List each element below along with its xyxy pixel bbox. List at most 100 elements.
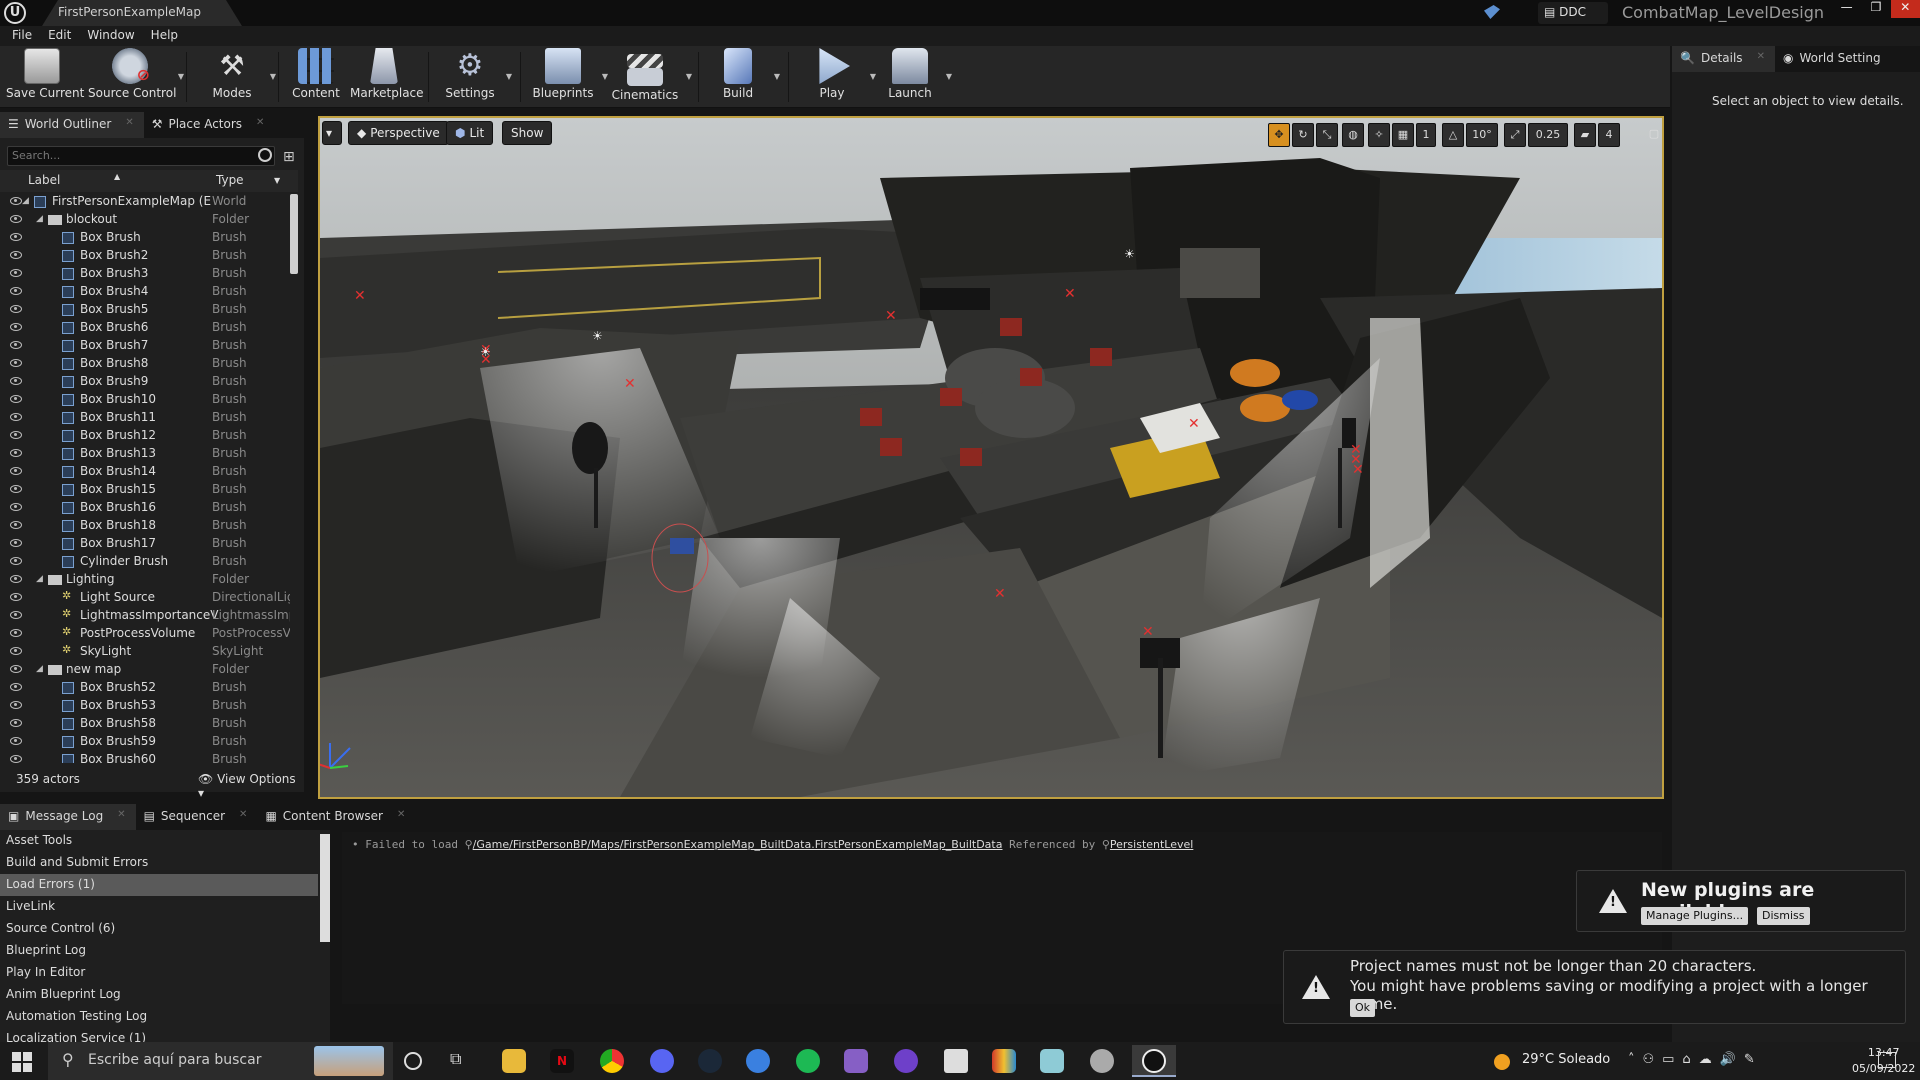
outliner-row[interactable]: Box Brush11 Brush (0, 409, 290, 427)
app-icon[interactable] (746, 1049, 770, 1073)
ddc-button[interactable]: ▤ DDC (1538, 2, 1608, 24)
outliner-row[interactable]: Box Brush8 Brush (0, 355, 290, 373)
outliner-row[interactable]: Box Brush14 Brush (0, 463, 290, 481)
winrar-icon[interactable] (992, 1049, 1016, 1073)
blueprints-dropdown-icon[interactable]: ▼ (602, 72, 608, 81)
expand-arrow-icon[interactable]: ◢ (36, 574, 43, 584)
system-tray-icons[interactable]: ˄⚇▭⌂☁🔊✎ (1628, 1052, 1763, 1067)
settings-button[interactable]: ⚙ Settings ▼ (440, 48, 512, 106)
outliner-row[interactable]: ✲ LightmassImportanceV LightmassImp (0, 607, 290, 625)
tab-content-browser[interactable]: ▦ Content Browser ✕ (257, 804, 415, 830)
outliner-row[interactable]: Box Brush60 Brush (0, 751, 290, 763)
outliner-row[interactable]: ✲ SkyLight SkyLight (0, 643, 290, 661)
visibility-eye-icon[interactable] (10, 341, 22, 349)
perspective-button[interactable]: ◆ Perspective (348, 121, 449, 145)
source-control-dropdown-icon[interactable]: ▼ (178, 72, 184, 81)
visibility-eye-icon[interactable] (10, 701, 22, 709)
outliner-row[interactable]: Box Brush52 Brush (0, 679, 290, 697)
outliner-search-input[interactable]: Search... (7, 146, 275, 166)
taskbar-search-input[interactable]: ⚲ Escribe aquí para buscar (48, 1042, 393, 1080)
visual-studio-icon[interactable] (844, 1049, 868, 1073)
visibility-eye-icon[interactable] (10, 305, 22, 313)
visibility-eye-icon[interactable] (10, 287, 22, 295)
scale-snap-icon[interactable]: ⤢ (1504, 123, 1526, 147)
visibility-eye-icon[interactable] (10, 611, 22, 619)
visibility-eye-icon[interactable] (10, 323, 22, 331)
close-tab-icon[interactable]: ✕ (117, 809, 125, 830)
outliner-row[interactable]: Box Brush12 Brush (0, 427, 290, 445)
blueprints-button[interactable]: Blueprints ▼ (530, 48, 608, 106)
visibility-eye-icon[interactable] (10, 359, 22, 367)
github-icon[interactable] (894, 1049, 918, 1073)
viewport-options-dropdown-icon[interactable]: ▾ (322, 121, 342, 145)
level-viewport[interactable]: ✕ ✕ ✕ ✕ ✕ ✕ ✕ ✕ ✕ ✕ ✕ ✕ ☀ ☀ ☀ (318, 116, 1664, 799)
chrome-icon[interactable] (600, 1049, 624, 1073)
lit-button[interactable]: ⬢ Lit (446, 121, 494, 145)
marketplace-button[interactable]: Marketplace (350, 48, 424, 106)
rotation-snap-value[interactable]: 10° (1466, 123, 1498, 147)
tab-place-actors[interactable]: ⚒ Place Actors ✕ (144, 112, 275, 138)
visibility-eye-icon[interactable] (10, 503, 22, 511)
expand-arrow-icon[interactable]: ◢ (36, 214, 43, 224)
outliner-row[interactable]: ◢ Lighting Folder (0, 571, 290, 589)
camera-speed-value[interactable]: 4 (1598, 123, 1620, 147)
search-icon[interactable] (258, 148, 272, 162)
log-category-item[interactable]: Anim Blueprint Log (0, 984, 318, 1006)
dismiss-button[interactable]: Dismiss (1757, 907, 1810, 925)
discord-icon[interactable] (650, 1049, 674, 1073)
document-tab[interactable]: FirstPersonExampleMap (42, 0, 242, 26)
expand-arrow-icon[interactable]: ◢ (36, 664, 43, 674)
unity-icon[interactable] (944, 1049, 968, 1073)
outliner-row[interactable]: Box Brush18 Brush (0, 517, 290, 535)
close-tab-icon[interactable]: ✕ (397, 809, 405, 830)
rotation-snap-icon[interactable]: △ (1442, 123, 1464, 147)
visibility-eye-icon[interactable] (10, 683, 22, 691)
outliner-row[interactable]: Box Brush9 Brush (0, 373, 290, 391)
log-category-item[interactable]: Source Control (6) (0, 918, 318, 940)
outliner-row[interactable]: Cylinder Brush Brush (0, 553, 290, 571)
maximize-viewport-icon[interactable]: ▢ (1646, 123, 1662, 147)
visibility-eye-icon[interactable] (10, 215, 22, 223)
visibility-eye-icon[interactable] (10, 197, 22, 205)
outliner-row[interactable]: Box Brush15 Brush (0, 481, 290, 499)
play-button[interactable]: Play ▼ (800, 48, 876, 106)
menu-file[interactable]: File (4, 26, 40, 46)
outliner-row[interactable]: Box Brush53 Brush (0, 697, 290, 715)
outliner-row[interactable]: ◢ blockout Folder (0, 211, 290, 229)
outliner-row[interactable]: ◢ new map Folder (0, 661, 290, 679)
visibility-eye-icon[interactable] (10, 755, 22, 763)
outliner-row[interactable]: ✲ Light Source DirectionalLig (0, 589, 290, 607)
outliner-row[interactable]: Box Brush10 Brush (0, 391, 290, 409)
outliner-row[interactable]: Box Brush3 Brush (0, 265, 290, 283)
tab-message-log[interactable]: ▣ Message Log ✕ (0, 804, 136, 830)
ok-button[interactable]: Ok (1350, 999, 1376, 1017)
close-tab-icon[interactable]: ✕ (125, 117, 133, 138)
build-dropdown-icon[interactable]: ▼ (774, 72, 780, 81)
visibility-eye-icon[interactable] (10, 557, 22, 565)
add-filter-icon[interactable]: ⊞ (283, 149, 295, 165)
visibility-eye-icon[interactable] (10, 665, 22, 673)
modes-button[interactable]: ⚒ Modes ▼ (200, 48, 276, 106)
grid-size-value[interactable]: 1 (1416, 123, 1436, 147)
visibility-eye-icon[interactable] (10, 449, 22, 457)
visibility-eye-icon[interactable] (10, 377, 22, 385)
file-explorer-icon[interactable] (502, 1049, 526, 1073)
source-control-button[interactable]: ⊘ Source Control ▼ (88, 48, 184, 106)
visibility-eye-icon[interactable] (10, 719, 22, 727)
build-button[interactable]: Build ▼ (708, 48, 780, 106)
netflix-icon[interactable]: N (550, 1049, 574, 1073)
spotify-icon[interactable] (796, 1049, 820, 1073)
notepad-icon[interactable] (1040, 1049, 1064, 1073)
cinematics-button[interactable]: Cinematics ▼ (610, 48, 692, 106)
weather-text[interactable]: 29°C Soleado (1522, 1052, 1610, 1067)
log-category-scrollbar[interactable] (320, 834, 330, 942)
outliner-row[interactable]: Box Brush16 Brush (0, 499, 290, 517)
outliner-row[interactable]: Box Brush4 Brush (0, 283, 290, 301)
outliner-row[interactable]: Box Brush2 Brush (0, 247, 290, 265)
settings-dropdown-icon[interactable]: ▼ (506, 72, 512, 81)
unreal-editor-taskbar-icon[interactable] (1132, 1045, 1176, 1077)
modes-dropdown-icon[interactable]: ▼ (270, 72, 276, 81)
visibility-eye-icon[interactable] (10, 521, 22, 529)
column-type[interactable]: Type (216, 173, 244, 187)
tab-world-outliner[interactable]: ☰ World Outliner ✕ (0, 112, 144, 138)
